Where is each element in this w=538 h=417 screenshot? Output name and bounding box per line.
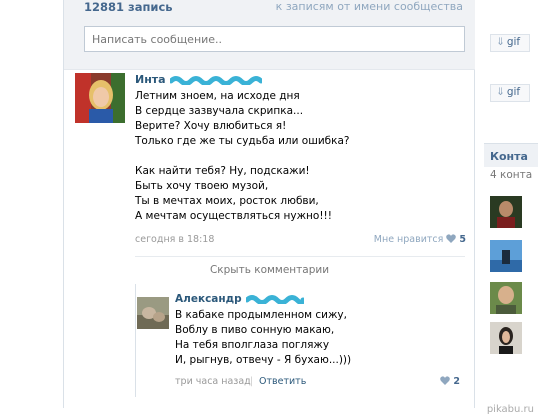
- comment-meta: три часа назад | Ответить 2: [175, 376, 466, 390]
- community-posts-link[interactable]: к записям от имени сообщества: [276, 0, 463, 13]
- post-line: Быть хочу твоею музой,: [135, 180, 269, 192]
- compose-input[interactable]: Написать сообщение..: [84, 26, 465, 52]
- wall-header: 12881 запись к записям от имени сообщест…: [64, 0, 475, 70]
- right-sidebar: ⇓ gif ⇓ gif Конта 4 конта: [480, 0, 538, 417]
- like-label: Мне нравится: [373, 234, 444, 245]
- like-button[interactable]: Мне нравится 5: [374, 234, 466, 245]
- gif-button[interactable]: ⇓ gif: [490, 34, 530, 52]
- comment-text: В кабаке продымленном сижу, Воблу в пиво…: [175, 308, 465, 368]
- comment-line: Воблу в пиво сонную макаю,: [175, 324, 335, 336]
- gif-label: gif: [506, 36, 521, 48]
- contact-avatar[interactable]: [490, 282, 522, 314]
- post-line: Ты в мечтах моих, росток любви,: [135, 195, 319, 207]
- gif-label: gif: [506, 86, 521, 98]
- post-line: Летним зноем, на исходе дня: [135, 90, 300, 102]
- comment-line: В кабаке продымленном сижу,: [175, 309, 347, 321]
- posts-count: 12881 запись: [84, 0, 173, 14]
- download-arrow-icon: ⇓: [496, 36, 505, 48]
- comment-author[interactable]: Александр: [175, 293, 242, 305]
- post-line: А мечтам осуществляться нужно!!!: [135, 210, 332, 222]
- post-stanza-2: Как найти тебя? Ну, подскажи! Быть хочу …: [135, 164, 470, 224]
- comments-section: Александр В кабаке продымленном сижу, Во…: [135, 284, 465, 397]
- contact-avatar[interactable]: [490, 240, 522, 272]
- post-body: Инта Летним зноем, на исходе дня В сердц…: [135, 73, 470, 224]
- comment-time[interactable]: три часа назад: [175, 376, 251, 387]
- contacts-count: 4 конта: [490, 169, 533, 181]
- comment-line: На тебя вполглаза погляжу: [175, 339, 330, 351]
- comments-divider: [135, 256, 465, 257]
- wall: 12881 запись к записям от имени сообщест…: [63, 0, 475, 408]
- heart-icon: [440, 376, 450, 385]
- reply-link[interactable]: Ответить: [259, 376, 306, 387]
- contact-avatar[interactable]: [490, 322, 522, 354]
- meta-separator: |: [250, 376, 254, 387]
- download-arrow-icon: ⇓: [496, 86, 505, 98]
- hide-comments-link[interactable]: Скрыть комментарии: [64, 264, 475, 276]
- post-line: Как найти тебя? Ну, подскажи!: [135, 165, 310, 177]
- post-date[interactable]: сегодня в 18:18: [135, 234, 214, 245]
- post-line: В сердце зазвучала скрипка...: [135, 105, 304, 117]
- comment-body: Александр В кабаке продымленном сижу, Во…: [175, 292, 465, 368]
- post-stanza-1: Летним зноем, на исходе дня В сердце заз…: [135, 89, 470, 149]
- comment-like-count: 2: [453, 376, 460, 387]
- post-author-avatar[interactable]: [75, 73, 125, 123]
- post-author[interactable]: Инта: [135, 73, 166, 86]
- watermark: pikabu.ru: [486, 404, 534, 415]
- gif-button[interactable]: ⇓ gif: [490, 84, 530, 102]
- heart-icon: [446, 234, 457, 243]
- post-line: Только где же ты судьба или ошибка?: [135, 135, 350, 147]
- comment-author-avatar[interactable]: [137, 297, 169, 329]
- post-line: Верите? Хочу влюбиться я!: [135, 120, 287, 132]
- post-meta: сегодня в 18:18 Мне нравится 5: [135, 234, 466, 248]
- redaction-scribble: [245, 295, 304, 304]
- contacts-title[interactable]: Конта: [484, 143, 538, 167]
- comment-like-button[interactable]: 2: [437, 376, 460, 387]
- contact-avatar[interactable]: [490, 196, 522, 228]
- like-count: 5: [459, 234, 466, 245]
- comment-line: И, рыгнув, отвечу - Я бухаю...))): [175, 354, 352, 366]
- redaction-scribble: [169, 76, 262, 85]
